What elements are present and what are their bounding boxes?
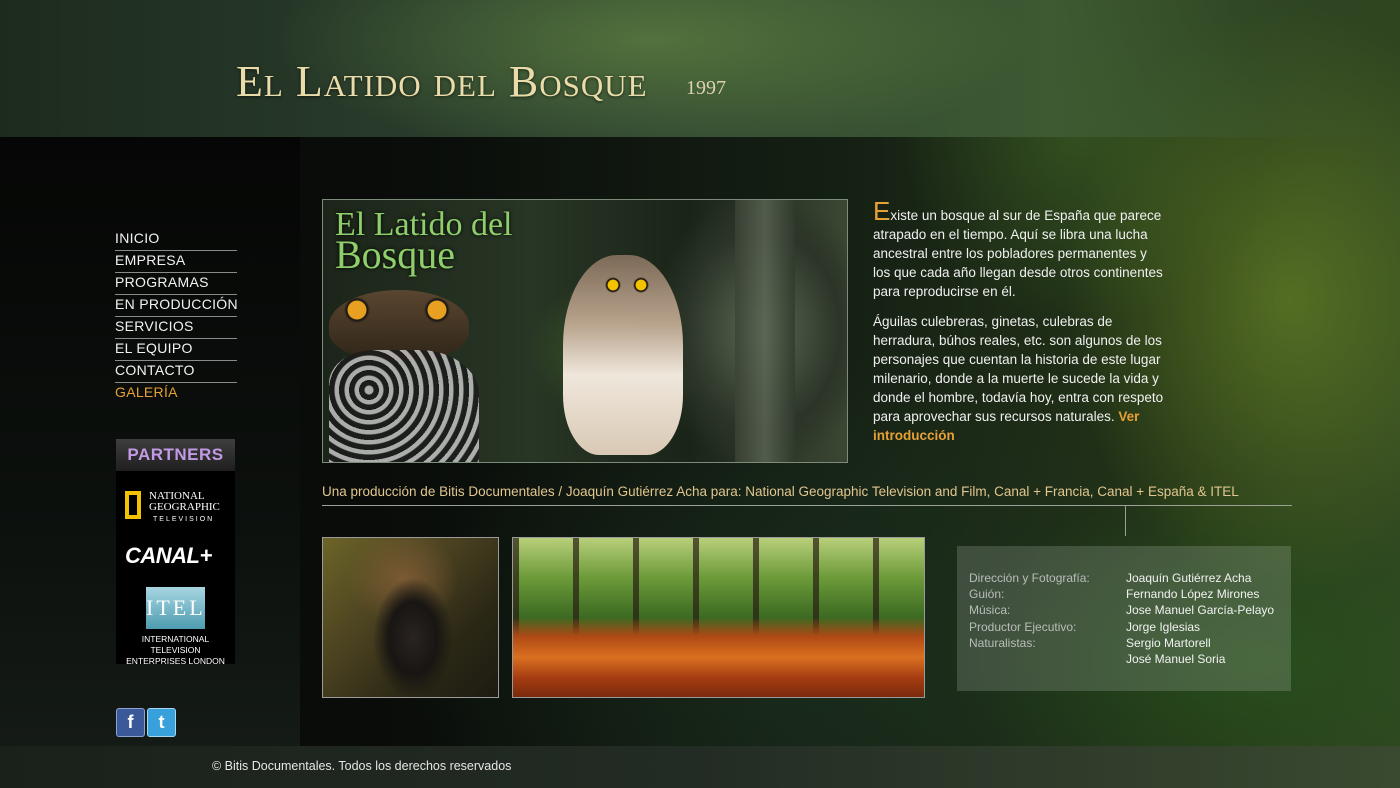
page-year: 1997 [686, 77, 726, 99]
crew-row: Música: Jose Manuel García-Pelayo [969, 602, 1274, 618]
natgeo-name: NATIONAL GEOGRAPHIC [149, 491, 220, 513]
crew-name: Joaquín Gutiérrez Acha [1126, 571, 1252, 585]
crew-name: Jose Manuel García-Pelayo [1126, 603, 1275, 617]
crew-row: Dirección y Fotografía: Joaquín Gutiérrez… [969, 570, 1251, 586]
nav-item-galeria[interactable]: GALERÍA [115, 383, 237, 404]
divider-horizontal [322, 505, 1292, 506]
partners-panel: PARTNERS NATIONAL GEOGRAPHIC TELEVISION … [116, 439, 235, 667]
crew-row: Guión: Fernando López Mirones [969, 586, 1259, 602]
nav-item-empresa[interactable]: EMPRESA [115, 251, 237, 273]
nav-item-servicios[interactable]: SERVICIOS [115, 317, 237, 339]
eagle-illustration [563, 255, 683, 455]
gallery-thumbnail-forest-ferns[interactable] [512, 537, 925, 698]
itel-name: INTERNATIONAL TELEVISION ENTERPRISES LON… [116, 634, 235, 667]
national-geographic-logo[interactable]: NATIONAL GEOGRAPHIC TELEVISION [125, 491, 231, 525]
drop-cap: E [873, 196, 891, 226]
itel-line1: INTERNATIONAL TELEVISION [141, 634, 210, 655]
footer-copyright: © Bitis Documentales. Todos los derechos… [212, 759, 512, 773]
crew-role: Guión: [969, 587, 1005, 601]
description-p1-text: xiste un bosque al sur de España que par… [873, 208, 1163, 299]
description-p2-text: Águilas culebreras, ginetas, culebras de… [873, 314, 1164, 424]
twitter-glyph: t [158, 712, 165, 732]
nav-item-en-produccion[interactable]: EN PRODUCCIÓN [115, 295, 238, 317]
footer-band [0, 746, 1400, 788]
crew-name: Sergio Martorell [1126, 636, 1211, 650]
crew-name: Jorge Iglesias [1126, 620, 1201, 634]
twitter-icon[interactable]: t [147, 708, 176, 737]
crew-name: Fernando López Mirones [1126, 587, 1260, 601]
main-nav: INICIO EMPRESA PROGRAMAS EN PRODUCCIÓN S… [115, 229, 238, 404]
nav-item-inicio[interactable]: INICIO [115, 229, 237, 251]
hero-poster-image: El Latido del Bosque [322, 199, 848, 463]
crew-role: Naturalistas: [969, 636, 1036, 650]
nav-item-el-equipo[interactable]: EL EQUIPO [115, 339, 237, 361]
production-credit: Una producción de Bitis Documentales / J… [322, 484, 1239, 499]
description-paragraph-2: Águilas culebreras, ginetas, culebras de… [873, 312, 1165, 445]
itel-line2: ENTERPRISES LONDON [126, 656, 225, 666]
natgeo-line2: GEOGRAPHIC [149, 501, 220, 513]
crew-role: Dirección y Fotografía: [969, 571, 1090, 585]
nav-item-programas[interactable]: PROGRAMAS [115, 273, 237, 295]
hero-title: El Latido del Bosque [335, 208, 513, 277]
crew-role: Música: [969, 603, 1011, 617]
page-title: El Latido del Bosque [236, 57, 648, 106]
genet-illustration [329, 350, 479, 462]
crew-row: Productor Ejecutivo: Jorge Iglesias [969, 619, 1200, 635]
crew-credits-box: Dirección y Fotografía: Joaquín Gutiérrez… [957, 546, 1291, 691]
gallery-thumbnail-donkey[interactable] [322, 537, 499, 698]
nav-item-contacto[interactable]: CONTACTO [115, 361, 237, 383]
partners-heading: PARTNERS [116, 439, 235, 471]
tree-trunk [735, 200, 795, 462]
header-band [0, 0, 1400, 137]
facebook-glyph: f [127, 712, 134, 732]
natgeo-yellow-frame-icon [125, 491, 141, 519]
crew-name: José Manuel Soria [1126, 652, 1226, 666]
description-paragraph-1: Existe un bosque al sur de España que pa… [873, 198, 1165, 301]
description: Existe un bosque al sur de España que pa… [873, 198, 1165, 456]
canal-plus-logo[interactable]: CANAL+ [125, 543, 212, 569]
crew-row: Naturalistas: Sergio Martorell [969, 635, 1211, 651]
itel-logo[interactable]: ITEL [146, 587, 205, 629]
hero-title-line2: Bosque [335, 232, 455, 277]
crew-role: Productor Ejecutivo: [969, 620, 1077, 634]
natgeo-line3: TELEVISION [153, 516, 215, 523]
facebook-icon[interactable]: f [116, 708, 145, 737]
divider-vertical [1125, 506, 1126, 536]
